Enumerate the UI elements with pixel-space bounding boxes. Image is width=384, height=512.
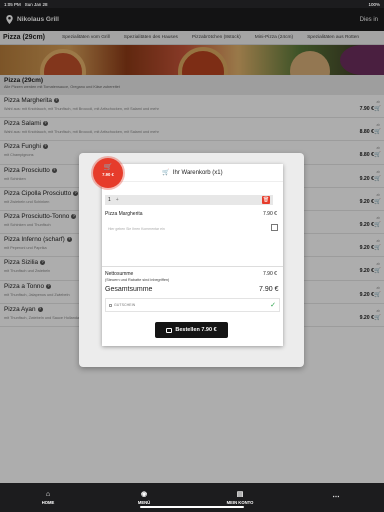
order-button[interactable]: Bestellen 7.90 € [155,322,228,338]
comment-input[interactable]: Hier geben Sie Ihren Kommentar ein [108,227,165,231]
coupon-label: GUTSCHEIN [114,303,136,307]
edit-icon[interactable] [271,224,278,231]
cart-badge-price: 7.90 € [102,172,114,177]
cart-title: Ihr Warenkorb (x1) [172,169,223,176]
status-battery: 100% [368,1,380,7]
net-total-value: 7.90 € [263,271,277,277]
tax-note: (Steuern und Rabatte sind inbegriffen) [105,278,170,282]
tab-account-label: MEIN KONTO [226,499,254,505]
cart-line-price: 7.90 € [263,211,277,217]
coupon-checkbox[interactable] [109,303,112,307]
divider [102,266,283,267]
quantity-row: 1 + 🗑 [105,195,273,205]
grand-total-label: Gesamtsumme [105,286,153,293]
tag-icon: ◉ [140,490,148,498]
order-button-label: Bestellen 7.90 € [175,327,217,333]
cart-modal: 🛒 Ihr Warenkorb (x1) [102,164,283,346]
home-icon: ⌂ [45,490,51,498]
cart-badge[interactable]: 🛒 7.90 € [93,158,123,188]
increase-quantity-button[interactable]: + [116,197,119,203]
status-bar: 1:05 PM Sun Jan 28 100% [0,0,384,8]
cart-badge-icon: 🛒 [103,164,113,171]
tab-more[interactable]: ⋯ [288,483,384,512]
wallet-icon [166,327,173,333]
status-time: 1:05 PM [4,1,21,7]
cart-icon: 🛒 [162,170,170,176]
delete-icon[interactable]: 🗑 [262,196,270,204]
cart-line-name: Pizza Margherita [105,211,143,217]
grand-total-value: 7.90 € [259,286,279,293]
net-total-label: Nettosumme [105,271,134,277]
status-date: Sun Jan 28 [24,1,48,7]
tab-home-label: HOME [41,499,55,505]
tab-menu-label: MENÜ [137,499,151,505]
cart-header: 🛒 Ihr Warenkorb (x1) [102,164,283,182]
home-indicator [140,506,244,508]
more-icon: ⋯ [332,494,340,501]
tab-home[interactable]: ⌂ HOME [0,483,96,512]
coupon-field[interactable]: GUTSCHEIN ✓ [105,298,280,312]
quantity-value: 1 [108,197,111,203]
bag-icon: ▤ [236,490,244,498]
check-icon[interactable]: ✓ [270,301,276,309]
